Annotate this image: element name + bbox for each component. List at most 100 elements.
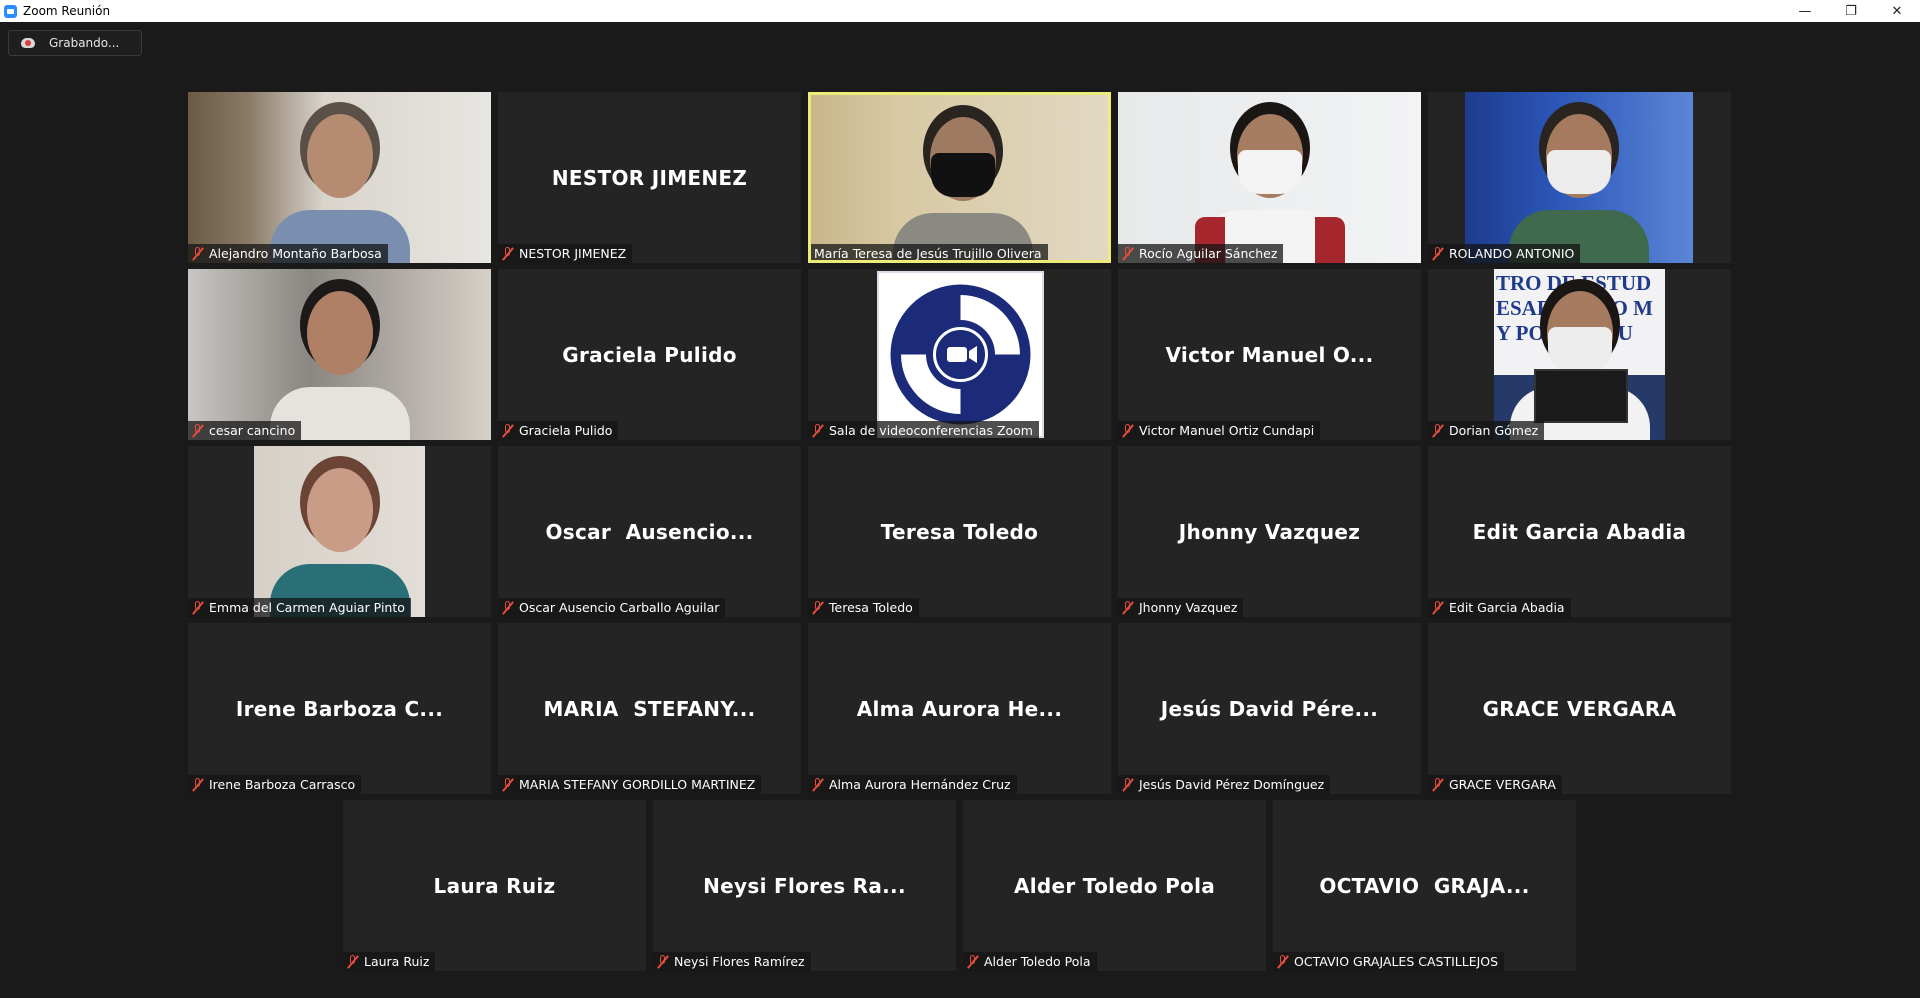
participant-tile[interactable]: Oscar Ausencio... Oscar Ausencio Carballo… <box>498 446 801 617</box>
participant-display-name: Alder Toledo Pola <box>1013 873 1216 898</box>
participant-tile[interactable]: Emma del Carmen Aguiar Pinto <box>188 446 491 617</box>
recording-indicator[interactable]: Grabando... <box>8 30 142 56</box>
participant-tile[interactable]: Sala de videoconferencias Zoom <box>808 269 1111 440</box>
participant-tile[interactable]: GRACE VERGARA GRACE VERGARA <box>1428 623 1731 794</box>
participant-name-label: Irene Barboza Carrasco <box>188 775 362 794</box>
participant-tile[interactable]: Graciela Pulido Graciela Pulido <box>498 269 801 440</box>
mic-muted-icon <box>502 777 514 792</box>
mic-muted-icon <box>192 777 204 792</box>
participant-display-name: Neysi Flores Ra... <box>703 873 906 898</box>
mic-muted-icon <box>657 954 669 969</box>
participant-video <box>188 92 491 263</box>
participant-display-name: Irene Barboza C... <box>235 696 444 721</box>
participant-name-label: María Teresa de Jesús Trujillo Olivera <box>811 244 1048 260</box>
mic-muted-icon <box>1122 246 1134 261</box>
participant-name-label: cesar cancino <box>188 421 302 440</box>
participant-tile[interactable]: NESTOR JIMENEZ NESTOR JIMENEZ <box>498 92 801 263</box>
participant-display-name: Jhonny Vazquez <box>1178 519 1361 544</box>
participant-video <box>1118 92 1421 263</box>
participant-name: cesar cancino <box>209 423 296 438</box>
participant-tile[interactable]: Irene Barboza C... Irene Barboza Carrasco <box>188 623 491 794</box>
participant-display-name: Teresa Toledo <box>880 519 1039 544</box>
participant-name: Laura Ruiz <box>364 954 430 969</box>
participant-display-name: Oscar Ausencio... <box>545 519 754 544</box>
close-button[interactable]: ✕ <box>1874 0 1920 22</box>
window-title: Zoom Reunión <box>23 4 111 18</box>
participant-tile[interactable]: ROLANDO ANTONIO <box>1428 92 1731 263</box>
participant-display-name: GRACE VERGARA <box>1482 696 1677 721</box>
participant-name: NESTOR JIMENEZ <box>519 246 627 261</box>
participant-name-label: Dorian Gómez <box>1428 421 1545 440</box>
participant-name: Alma Aurora Hernández Cruz <box>829 777 1011 792</box>
mic-muted-icon <box>192 246 204 261</box>
participant-display-name: Jesús David Pére... <box>1160 696 1379 721</box>
participant-tile[interactable]: Victor Manuel O... Victor Manuel Ortiz Cu… <box>1118 269 1421 440</box>
recording-label: Grabando... <box>49 36 120 50</box>
participant-tile[interactable]: MARIA STEFANY... MARIA STEFANY GORDILLO M… <box>498 623 801 794</box>
participant-name-label: Jesús David Pérez Domínguez <box>1118 775 1331 794</box>
mic-muted-icon <box>812 600 824 615</box>
mic-muted-icon <box>1432 423 1444 438</box>
participant-name: MARIA STEFANY GORDILLO MARTINEZ <box>519 777 756 792</box>
participant-name-label: OCTAVIO GRAJALES CASTILLEJOS <box>1273 952 1505 971</box>
participant-name: Rocío Aguilar Sánchez <box>1139 246 1278 261</box>
participant-name-label: Emma del Carmen Aguiar Pinto <box>188 598 411 617</box>
mic-muted-icon <box>1432 246 1444 261</box>
participant-tile[interactable]: Rocío Aguilar Sánchez <box>1118 92 1421 263</box>
participant-name-label: Neysi Flores Ramírez <box>653 952 811 971</box>
mic-muted-icon <box>1277 954 1289 969</box>
participant-name-label: NESTOR JIMENEZ <box>498 244 633 263</box>
participant-name-label: ROLANDO ANTONIO <box>1428 244 1581 263</box>
mic-muted-icon <box>347 954 359 969</box>
participant-name: Teresa Toledo <box>829 600 913 615</box>
restore-button[interactable]: ❐ <box>1828 0 1874 22</box>
mic-muted-icon <box>502 600 514 615</box>
window-controls: — ❐ ✕ <box>1782 0 1920 22</box>
participant-tile[interactable]: TRO DE ESTUD ESARROLLO M Y POLÍ S PUDori… <box>1428 269 1731 440</box>
participant-display-name: Graciela Pulido <box>562 342 737 367</box>
participant-name: OCTAVIO GRAJALES CASTILLEJOS <box>1294 954 1499 969</box>
participant-name-label: Alejandro Montaño Barbosa <box>188 244 388 263</box>
participant-tile[interactable]: Jesús David Pére... Jesús David Pérez Dom… <box>1118 623 1421 794</box>
mic-muted-icon <box>502 246 514 261</box>
participant-tile[interactable]: cesar cancino <box>188 269 491 440</box>
participant-tile[interactable]: Neysi Flores Ra... Neysi Flores Ramírez <box>653 800 956 971</box>
participant-name-label: Laura Ruiz <box>343 952 436 971</box>
participant-name: Sala de videoconferencias Zoom <box>829 423 1033 438</box>
participant-name-label: GRACE VERGARA <box>1428 775 1562 794</box>
participant-name: Victor Manuel Ortiz Cundapi <box>1139 423 1315 438</box>
mic-muted-icon <box>1432 600 1444 615</box>
participant-name: Neysi Flores Ramírez <box>674 954 805 969</box>
participant-name-label: Sala de videoconferencias Zoom <box>808 421 1039 440</box>
participant-display-name: NESTOR JIMENEZ <box>551 165 748 190</box>
mic-muted-icon <box>1122 600 1134 615</box>
participant-display-name: MARIA STEFANY... <box>543 696 756 721</box>
participant-name: Alejandro Montaño Barbosa <box>209 246 382 261</box>
participant-display-name: Edit Garcia Abadia <box>1472 519 1687 544</box>
participant-video <box>811 95 1108 260</box>
participant-name-label: Edit Garcia Abadia <box>1428 598 1571 617</box>
participant-tile[interactable]: Alejandro Montaño Barbosa <box>188 92 491 263</box>
participant-tile[interactable]: Alma Aurora He... Alma Aurora Hernández C… <box>808 623 1111 794</box>
participant-tile[interactable]: Laura Ruiz Laura Ruiz <box>343 800 646 971</box>
participant-name-label: Jhonny Vazquez <box>1118 598 1244 617</box>
participant-tile[interactable]: María Teresa de Jesús Trujillo Olivera <box>808 92 1111 263</box>
participant-name: Jesús David Pérez Domínguez <box>1139 777 1325 792</box>
participant-tile[interactable]: Teresa Toledo Teresa Toledo <box>808 446 1111 617</box>
participant-tile[interactable]: OCTAVIO GRAJA... OCTAVIO GRAJALES CASTILL… <box>1273 800 1576 971</box>
mic-muted-icon <box>192 600 204 615</box>
participant-tile[interactable]: Edit Garcia Abadia Edit Garcia Abadia <box>1428 446 1731 617</box>
participant-name-label: Oscar Ausencio Carballo Aguilar <box>498 598 726 617</box>
minimize-button[interactable]: — <box>1782 0 1828 22</box>
participant-name: ROLANDO ANTONIO <box>1449 246 1575 261</box>
participant-tile[interactable]: Alder Toledo Pola Alder Toledo Pola <box>963 800 1266 971</box>
participant-name-label: Alma Aurora Hernández Cruz <box>808 775 1017 794</box>
participant-name: Alder Toledo Pola <box>984 954 1091 969</box>
mic-muted-icon <box>1432 777 1444 792</box>
mic-muted-icon <box>502 423 514 438</box>
participant-video <box>188 269 491 440</box>
participant-tile[interactable]: Jhonny Vazquez Jhonny Vazquez <box>1118 446 1421 617</box>
title-bar: Zoom Reunión — ❐ ✕ <box>0 0 1920 22</box>
participant-name: Oscar Ausencio Carballo Aguilar <box>519 600 720 615</box>
participant-name: GRACE VERGARA <box>1449 777 1556 792</box>
